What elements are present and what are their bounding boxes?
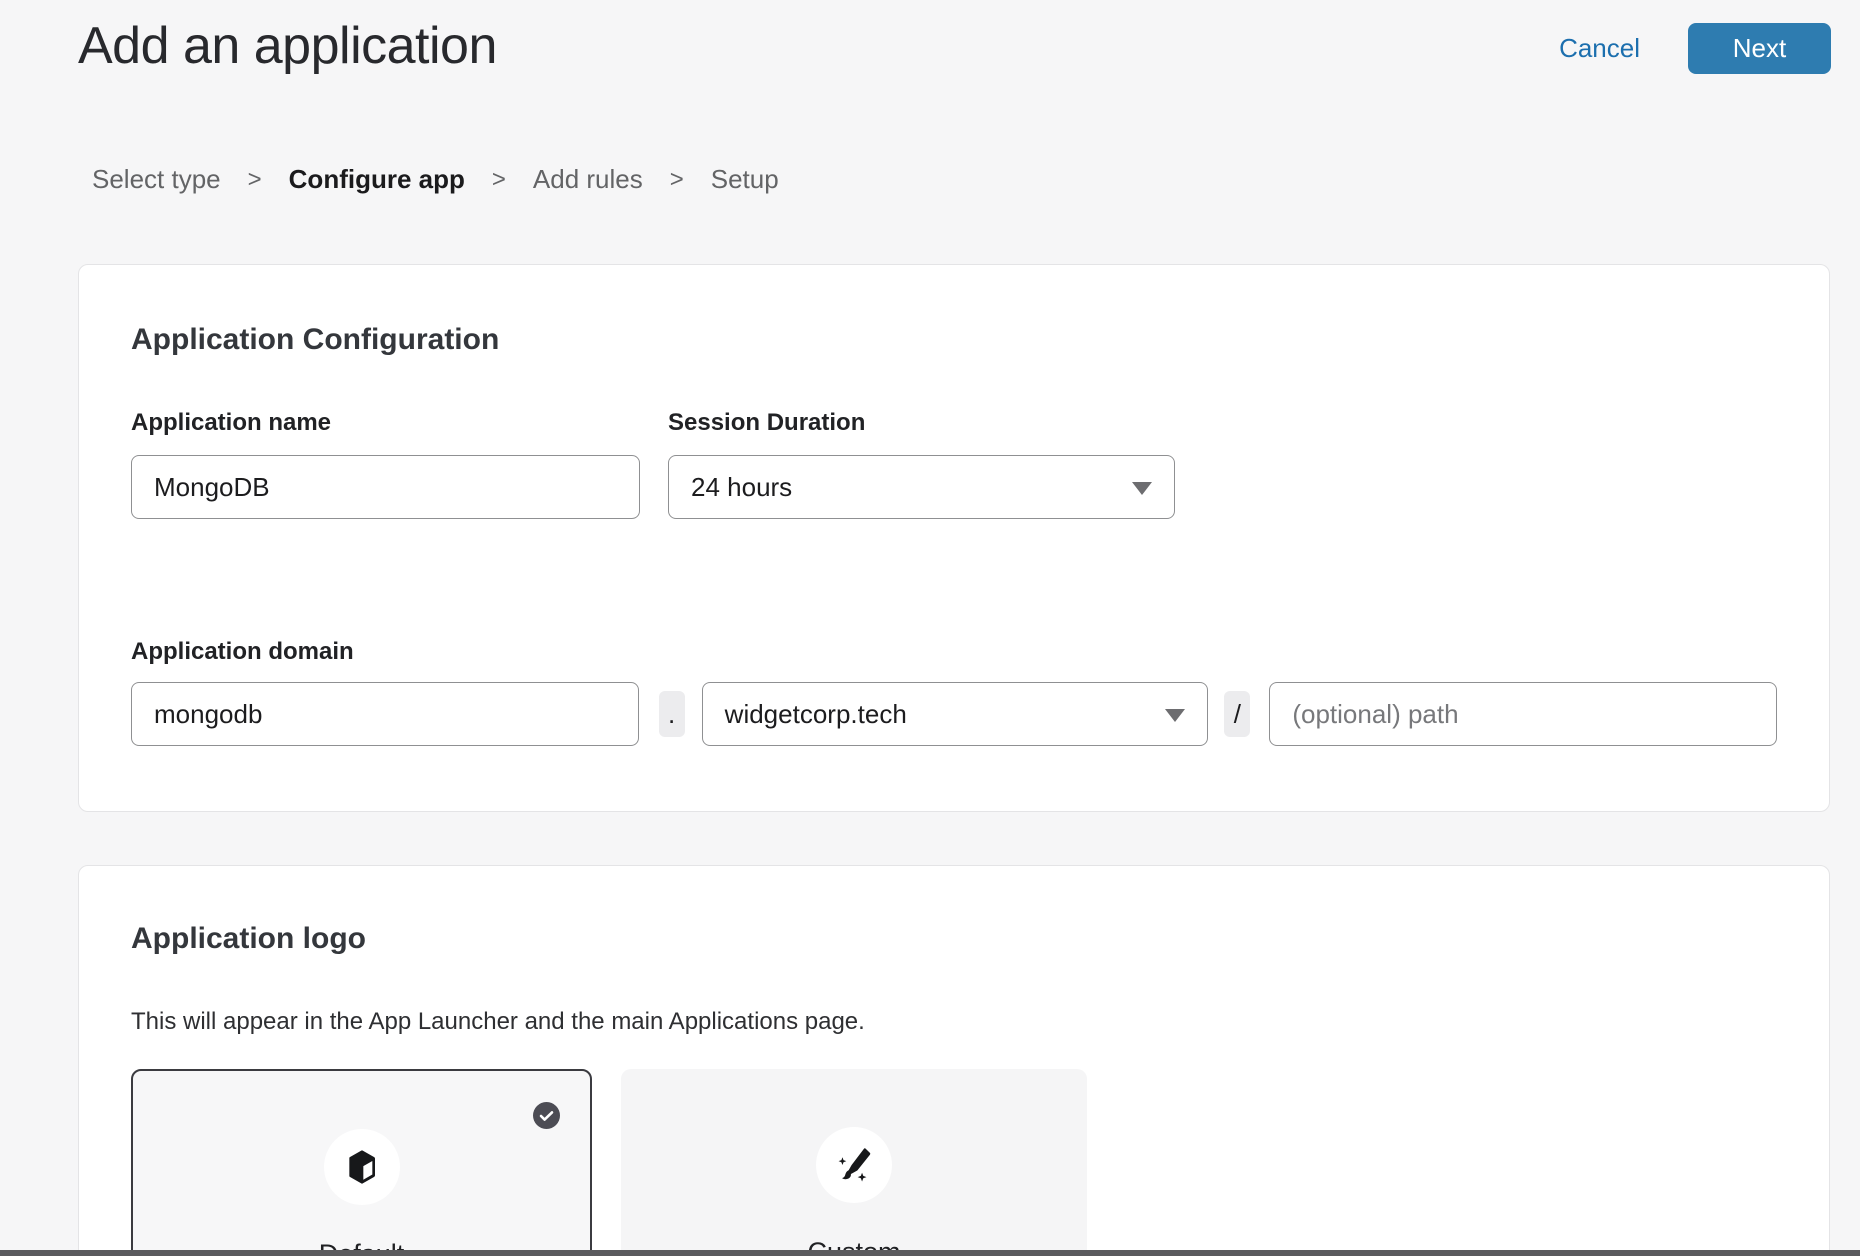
application-domain-label: Application domain: [131, 638, 1777, 666]
session-duration-label: Session Duration: [668, 409, 1175, 437]
step-separator: >: [248, 166, 262, 194]
application-logo-card: Application logo This will appear in the…: [78, 865, 1830, 1256]
application-name-label: Application name: [131, 409, 640, 437]
step-add-rules[interactable]: Add rules: [533, 164, 643, 195]
step-setup[interactable]: Setup: [711, 164, 779, 195]
name-session-row: Application name Session Duration 24 hou…: [131, 409, 1777, 519]
session-duration-group: Session Duration 24 hours: [668, 409, 1175, 519]
logo-description: This will appear in the App Launcher and…: [131, 1008, 1777, 1036]
page-title: Add an application: [78, 16, 497, 76]
configuration-heading: Application Configuration: [131, 323, 1777, 357]
domain-select[interactable]: widgetcorp.tech: [702, 682, 1209, 746]
application-domain-row: . widgetcorp.tech /: [131, 682, 1777, 746]
selected-check-icon: [533, 1102, 560, 1129]
add-application-page: Add an application Cancel Next Select ty…: [0, 0, 1860, 1256]
logo-heading: Application logo: [131, 922, 1777, 956]
chevron-down-icon: [1132, 482, 1152, 495]
header-actions: Cancel Next: [1559, 23, 1831, 74]
chevron-down-icon: [1165, 709, 1185, 722]
step-separator: >: [492, 166, 506, 194]
session-duration-value: 24 hours: [691, 472, 792, 503]
application-name-group: Application name: [131, 409, 640, 519]
cube-icon: [342, 1147, 382, 1187]
wizard-steps: Select type > Configure app > Add rules …: [92, 164, 779, 195]
session-duration-select[interactable]: 24 hours: [668, 455, 1175, 519]
application-name-input[interactable]: [131, 455, 640, 519]
logo-option-custom[interactable]: Custom: [621, 1069, 1087, 1256]
slash-separator: /: [1224, 691, 1250, 737]
next-button[interactable]: Next: [1688, 23, 1831, 74]
paintbrush-icon: [833, 1144, 875, 1186]
dot-separator: .: [659, 691, 685, 737]
bottom-edge-bar: [0, 1250, 1860, 1256]
step-separator: >: [670, 166, 684, 194]
default-logo-circle: [324, 1129, 400, 1205]
domain-select-value: widgetcorp.tech: [725, 699, 907, 730]
application-configuration-card: Application Configuration Application na…: [78, 264, 1830, 812]
step-select-type[interactable]: Select type: [92, 164, 221, 195]
cancel-button[interactable]: Cancel: [1559, 33, 1640, 64]
custom-logo-circle: [816, 1127, 892, 1203]
subdomain-input[interactable]: [131, 682, 639, 746]
logo-option-default[interactable]: Default: [131, 1069, 592, 1256]
step-configure-app[interactable]: Configure app: [289, 164, 465, 195]
path-input[interactable]: [1269, 682, 1777, 746]
logo-options: Default Custom: [131, 1069, 1777, 1256]
